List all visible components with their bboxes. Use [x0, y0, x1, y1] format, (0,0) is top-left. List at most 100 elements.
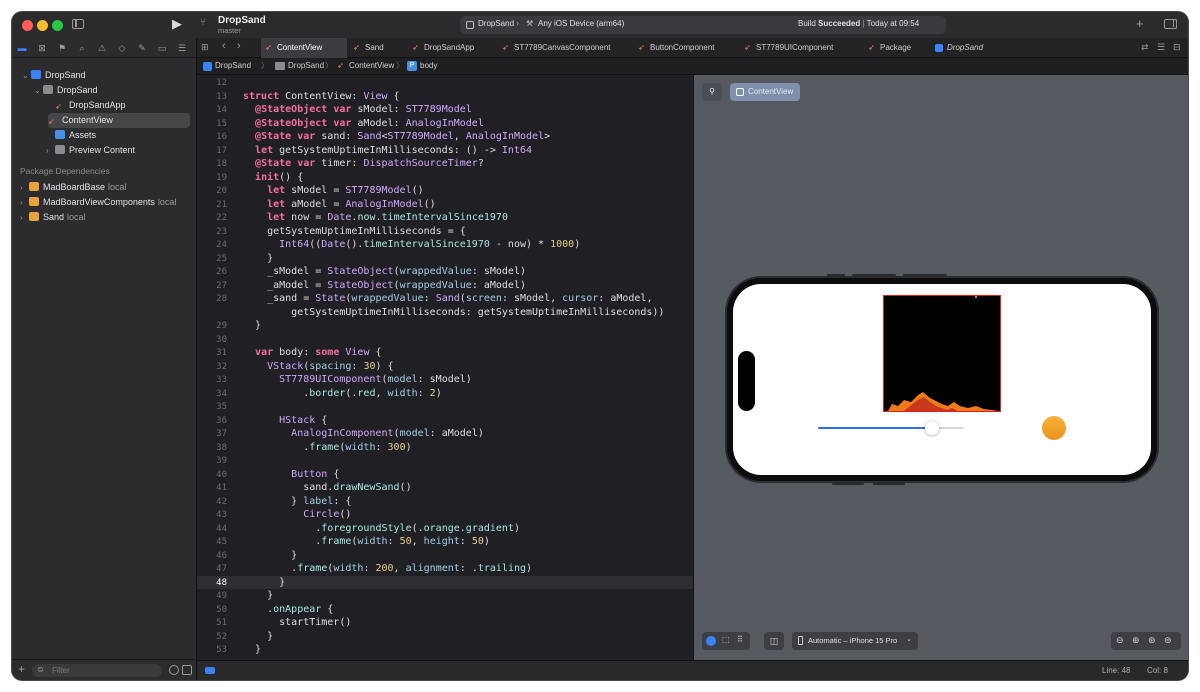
zoom-out-icon[interactable]: ⊖: [1116, 635, 1124, 646]
disclosure-icon[interactable]: ⌄: [34, 83, 43, 98]
code-text[interactable]: var body: some View {: [243, 347, 381, 358]
back-icon[interactable]: ‹: [222, 40, 226, 52]
code-text[interactable]: let sModel = ST7789Model(): [243, 185, 424, 196]
code-text[interactable]: }: [243, 253, 273, 264]
code-text[interactable]: @State var sand: Sand<ST7789Model, Analo…: [243, 131, 550, 142]
zoom-fit-icon[interactable]: ⊛: [1148, 635, 1156, 646]
source-control-icon[interactable]: ⊠: [37, 43, 47, 53]
code-text[interactable]: }: [243, 631, 273, 642]
code-text[interactable]: @StateObject var sModel: ST7789Model: [243, 104, 472, 115]
code-text[interactable]: .border(.red, width: 2): [243, 388, 442, 399]
device-picker[interactable]: Automatic – iPhone 15 Pro ⌄: [792, 632, 918, 650]
sidebar-toggle-icon[interactable]: [72, 19, 84, 29]
selectable-icon[interactable]: ⬚: [722, 635, 730, 644]
tab-package[interactable]: ➶ Package: [864, 38, 929, 58]
disclosure-icon[interactable]: ›: [20, 195, 29, 210]
tree-item-contentview[interactable]: ➶ ContentView: [48, 113, 190, 128]
tab-st7789uicomponent[interactable]: ➶ ST7789UIComponent: [740, 38, 862, 58]
code-text[interactable]: getSystemUptimeInMilliseconds: getSystem…: [243, 307, 664, 318]
tree-item-dropsand[interactable]: ⌄ DropSand: [16, 68, 191, 83]
add-file-icon[interactable]: +: [18, 662, 25, 676]
scheme-name[interactable]: DropSand: [478, 19, 514, 28]
code-text[interactable]: let aModel = AnalogInModel(): [243, 199, 436, 210]
code-text[interactable]: let now = Date.now.timeIntervalSince1970: [243, 212, 508, 223]
bookmark-icon[interactable]: ⚑: [57, 43, 67, 53]
code-text[interactable]: .frame(width: 200, alignment: .trailing): [243, 563, 532, 574]
code-text[interactable]: startTimer(): [243, 617, 351, 628]
device-settings-icon[interactable]: ◫: [764, 632, 784, 650]
jump-item-project[interactable]: DropSand: [215, 61, 251, 70]
code-text[interactable]: }: [243, 577, 285, 588]
close-window-button[interactable]: [22, 20, 33, 31]
add-icon[interactable]: +: [1136, 16, 1144, 32]
code-text[interactable]: Circle(): [243, 509, 351, 520]
code-text[interactable]: .frame(width: 50, height: 50): [243, 536, 490, 547]
code-text[interactable]: .frame(width: 300): [243, 442, 411, 453]
code-text[interactable]: } label: {: [243, 496, 351, 507]
package-sand[interactable]: › Sand local: [20, 210, 86, 225]
live-preview-icon[interactable]: [706, 636, 716, 646]
code-text[interactable]: ST7789UIComponent(model: sModel): [243, 374, 472, 385]
code-text[interactable]: HStack {: [243, 415, 327, 426]
code-text[interactable]: _aModel = StateObject(wrappedValue: aMod…: [243, 280, 526, 291]
code-text[interactable]: .foregroundStyle(.orange.gradient): [243, 523, 520, 534]
code-text[interactable]: }: [243, 320, 261, 331]
code-text[interactable]: @State var timer: DispatchSourceTimer?: [243, 158, 484, 169]
package-madboardviewcomponents[interactable]: › MadBoardViewComponents local: [20, 195, 176, 210]
code-text[interactable]: AnalogInComponent(model: aModel): [243, 428, 484, 439]
tree-item-assets[interactable]: Assets: [16, 128, 191, 143]
minimize-window-button[interactable]: [37, 20, 48, 31]
analog-slider[interactable]: [818, 421, 964, 435]
jump-item-file[interactable]: ContentView: [349, 61, 394, 70]
code-text[interactable]: @StateObject var aModel: AnalogInModel: [243, 118, 484, 129]
pin-icon[interactable]: ⚲: [702, 83, 722, 101]
jump-item-group[interactable]: DropSand: [288, 61, 324, 70]
disclosure-icon[interactable]: ⌄: [22, 68, 31, 83]
report-icon[interactable]: ☰: [177, 43, 187, 53]
code-text[interactable]: VStack(spacing: 30) {: [243, 361, 393, 372]
preview-selector[interactable]: ContentView: [730, 83, 800, 101]
split-editor-icon[interactable]: ⊟: [1173, 42, 1181, 53]
tree-item-preview-content[interactable]: › Preview Content: [16, 143, 191, 158]
find-icon[interactable]: ⌕: [77, 43, 87, 53]
drop-sand-button[interactable]: [1042, 416, 1066, 440]
jump-item-symbol[interactable]: body: [420, 61, 437, 70]
inspector-toggle-icon[interactable]: [1164, 19, 1177, 29]
editor-options-icon[interactable]: ☰: [1157, 42, 1165, 53]
zoom-actual-icon[interactable]: ⊜: [1164, 635, 1172, 646]
grid-icon[interactable]: ⊞: [201, 42, 209, 53]
tree-item-dropsandapp[interactable]: ➶ DropSandApp: [16, 98, 191, 113]
test-icon[interactable]: ◇: [117, 43, 127, 53]
debug-icon[interactable]: ✎: [137, 43, 147, 53]
zoom-window-button[interactable]: [52, 20, 63, 31]
code-text[interactable]: Int64((Date().timeIntervalSince1970 - no…: [243, 239, 580, 250]
source-editor[interactable]: 12 13 struct ContentView: View {14 @StateO…: [197, 75, 693, 660]
tab-st7789canvascomponent[interactable]: ➶ ST7789CanvasComponent: [498, 38, 632, 58]
issue-icon[interactable]: ⚠: [97, 43, 107, 53]
tree-item-dropsand[interactable]: ⌄ DropSand: [16, 83, 191, 98]
code-text[interactable]: }: [243, 644, 261, 655]
slider-knob[interactable]: [924, 421, 939, 435]
forward-icon[interactable]: ›: [237, 40, 241, 52]
scm-filter-icon[interactable]: [182, 665, 192, 675]
code-text[interactable]: }: [243, 550, 297, 561]
package-madboardbase[interactable]: › MadBoardBase local: [20, 180, 127, 195]
destination-label[interactable]: Any iOS Device (arm64): [538, 19, 624, 28]
filter-field[interactable]: ⊜ Filter: [32, 664, 162, 677]
code-text[interactable]: _sand = State(wrappedValue: Sand(screen:…: [243, 293, 652, 304]
code-text[interactable]: let getSystemUptimeInMilliseconds: () ->…: [243, 145, 532, 156]
tab-buttoncomponent[interactable]: ➶ ButtonComponent: [634, 38, 738, 58]
code-text[interactable]: init() {: [243, 172, 303, 183]
run-icon[interactable]: ▶: [172, 16, 182, 32]
code-text[interactable]: _sModel = StateObject(wrappedValue: sMod…: [243, 266, 526, 277]
folder-icon[interactable]: ▬: [17, 43, 27, 53]
tab-dropsandapp[interactable]: ➶ DropSandApp: [408, 38, 496, 58]
zoom-in-icon[interactable]: ⊕: [1132, 635, 1140, 646]
refresh-icon[interactable]: ⇄: [1141, 42, 1149, 53]
tab-sand[interactable]: ➶ Sand: [349, 38, 407, 58]
disclosure-icon[interactable]: ›: [46, 143, 55, 158]
tab-dropsand[interactable]: DropSand: [931, 38, 1021, 58]
code-text[interactable]: Button {: [243, 469, 339, 480]
tab-contentview[interactable]: ➶ ContentView: [261, 38, 347, 58]
disclosure-icon[interactable]: ›: [20, 180, 29, 195]
